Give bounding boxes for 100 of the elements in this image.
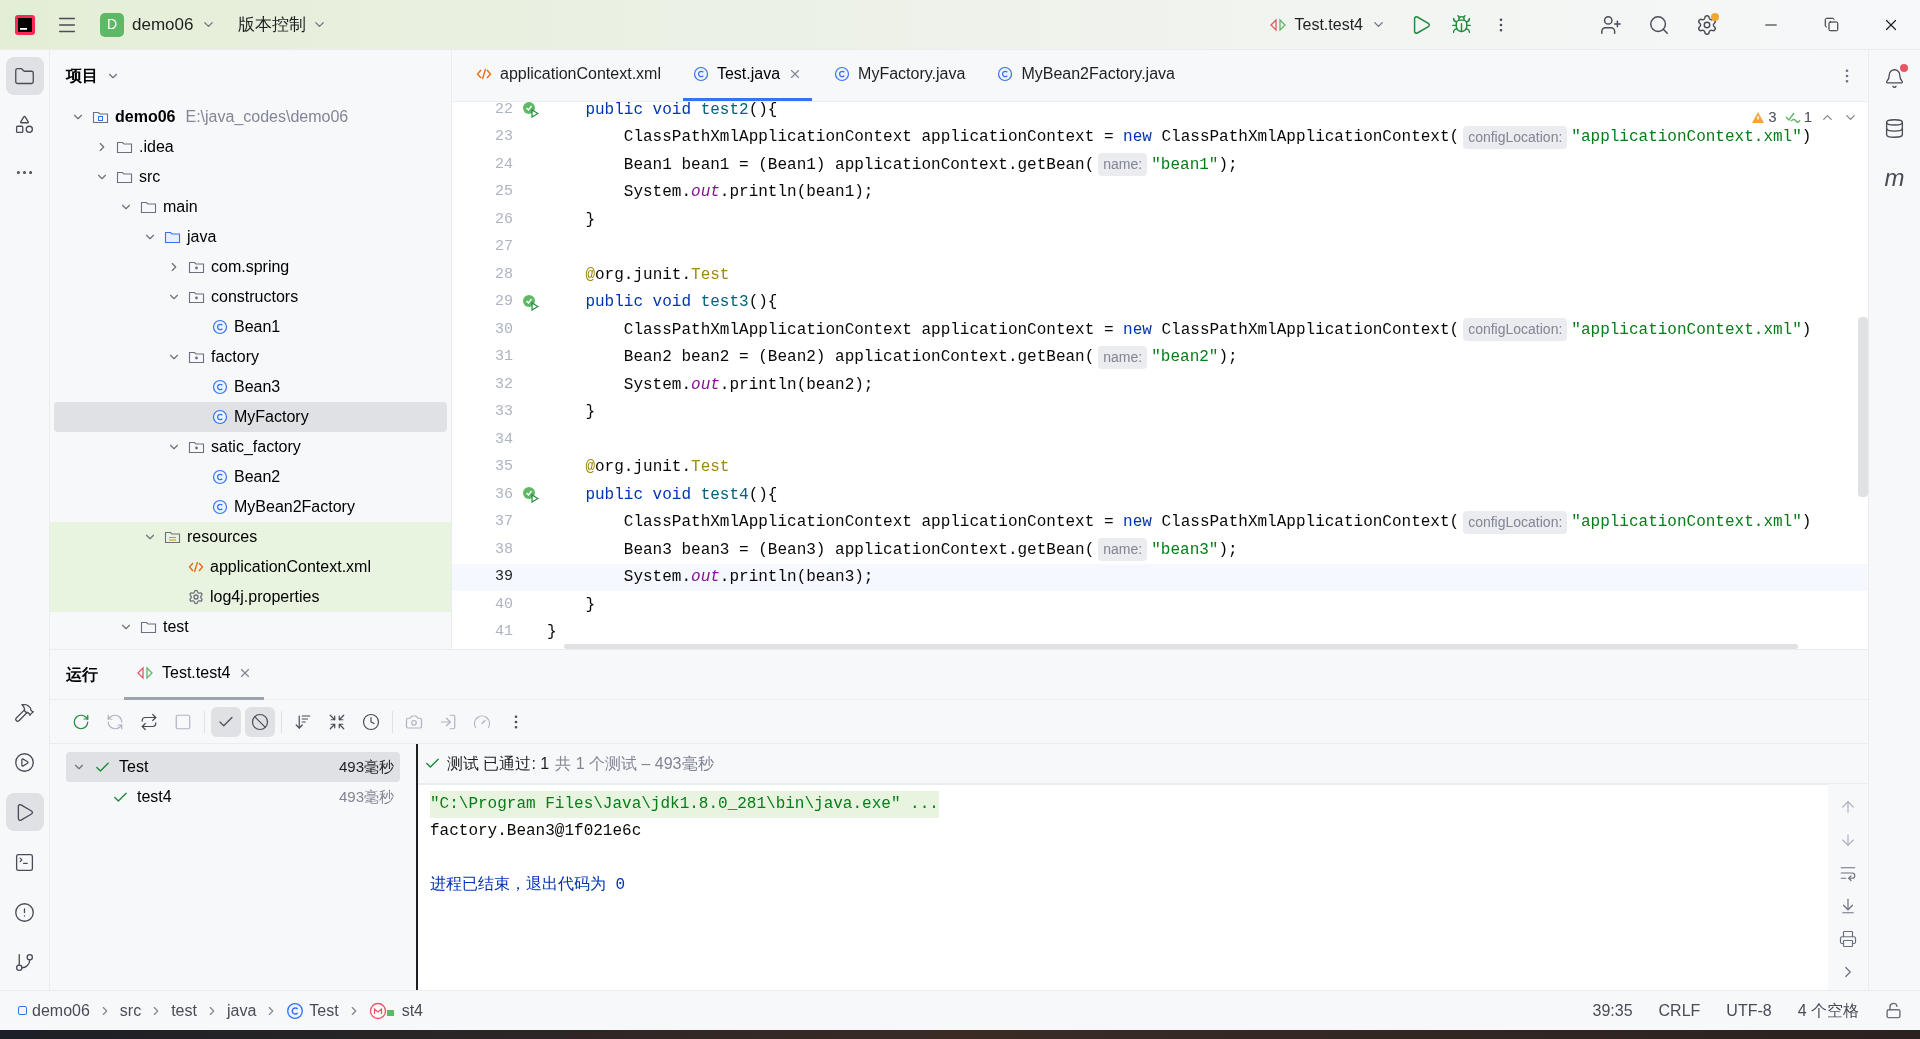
parameter-hint: name: <box>1098 153 1148 177</box>
parameter-hint: name: <box>1098 538 1148 562</box>
line-number: 33 <box>495 402 513 422</box>
code-text: ClassPathXmlApplicationContext applicationContext = <box>622 127 1115 149</box>
package-icon <box>188 259 205 275</box>
vertical-scrollbar[interactable] <box>1858 317 1868 497</box>
package-icon <box>188 349 205 365</box>
horizontal-scrollbar[interactable] <box>564 644 1798 649</box>
panel-title: 运行 <box>66 664 98 685</box>
warning-count: 3 <box>1751 106 1777 129</box>
field-name: out <box>691 567 720 589</box>
run-test-icon[interactable] <box>521 293 539 311</box>
breadcrumb[interactable]: test <box>171 998 197 1023</box>
test-duration: 493毫秒 <box>338 756 394 777</box>
tree-item[interactable]: demo06 E:\java_codes\demo06 <box>54 102 447 132</box>
line-separator[interactable]: CRLF <box>1658 998 1701 1023</box>
parameter-hint: name: <box>1098 345 1148 369</box>
code-text: ClassPathXmlApplicationContext applicationContext = <box>622 512 1115 534</box>
editor-tab[interactable]: MyBean2Factory.java <box>987 49 1185 101</box>
cursor-position[interactable]: 39:35 <box>1592 998 1633 1023</box>
tree-item[interactable]: satic_factory <box>54 432 447 462</box>
tree-item[interactable]: src <box>54 162 447 192</box>
tree-item[interactable]: test <box>54 612 447 642</box>
code-text: Bean1 bean1 = (Bean1) applicationContext.getBean( <box>622 154 1095 176</box>
code-text: Bean3 bean3 = (Bean3) applicationContext.getBean( <box>622 539 1095 561</box>
parameter-hint: configLocation: <box>1463 318 1568 342</box>
line-number: 31 <box>495 347 513 367</box>
test-config-icon <box>136 665 154 681</box>
line-number: 34 <box>495 429 513 450</box>
run-tab[interactable]: Test.test4 <box>124 649 265 700</box>
code-keyword: public void <box>584 292 693 314</box>
code-text: } <box>584 209 595 231</box>
code-keyword: new <box>1123 319 1153 341</box>
app-logo-icon <box>14 13 36 36</box>
tree-item[interactable]: Bean1 <box>54 312 447 342</box>
test-tree-item[interactable]: Test 493毫秒 <box>66 752 400 782</box>
ban-icon[interactable] <box>245 706 275 737</box>
folder-icon <box>164 529 181 545</box>
test-tree-item[interactable]: test4 493毫秒 <box>66 782 400 812</box>
lock-icon[interactable] <box>1885 1002 1902 1019</box>
line-number: 39 <box>495 567 513 587</box>
breadcrumb[interactable]: demo06 <box>18 998 90 1023</box>
vcs-menu[interactable]: 版本控制 <box>232 7 334 42</box>
code-text: (){ <box>748 102 778 121</box>
breadcrumb[interactable]: java <box>226 998 257 1023</box>
run-configuration-selector[interactable]: Test.test4 <box>1260 7 1394 42</box>
field-name: out <box>691 182 720 204</box>
tree-item[interactable]: java <box>54 222 447 252</box>
breadcrumb[interactable]: src <box>119 998 142 1023</box>
code-text: ) <box>1801 512 1812 534</box>
line-number: 35 <box>495 457 513 477</box>
breadcrumb[interactable]: Test <box>286 998 339 1023</box>
parameter-hint: configLocation: <box>1463 125 1568 149</box>
run-test-icon[interactable] <box>521 486 539 504</box>
line-number: 23 <box>495 127 513 147</box>
string-literal: "applicationContext.xml" <box>1571 512 1802 534</box>
console-line: factory.Bean3@1f021e6c <box>430 821 642 842</box>
maven-button[interactable]: m <box>1876 160 1913 196</box>
folder-icon[interactable] <box>5 57 44 95</box>
database-glyph <box>1884 117 1905 139</box>
annotation: Test <box>691 264 730 286</box>
editor-tab[interactable]: MyFactory.java <box>824 49 976 101</box>
tree-item[interactable]: constructors <box>54 282 447 312</box>
module-path: E:\java_codes\demo06 <box>185 107 349 127</box>
tree-item[interactable]: main <box>54 192 447 222</box>
project-view-selector[interactable]: 项目 <box>66 64 120 88</box>
class-icon <box>212 469 228 485</box>
class-icon <box>212 409 228 425</box>
project-selector[interactable]: D demo06 <box>94 7 223 42</box>
tree-item[interactable]: factory <box>54 342 447 372</box>
editor-tab[interactable]: applicationContext.xml <box>466 49 671 101</box>
tree-item[interactable]: com.spring <box>54 252 447 282</box>
line-number: 27 <box>495 237 513 257</box>
line-number: 40 <box>495 594 513 615</box>
file-encoding[interactable]: UTF-8 <box>1726 998 1772 1023</box>
indent-setting[interactable]: 4 个空格 <box>1797 998 1859 1023</box>
package-icon <box>188 289 205 305</box>
check-icon[interactable] <box>211 706 241 737</box>
tree-item[interactable]: Bean3 <box>54 372 447 402</box>
run-test-icon[interactable] <box>521 102 539 119</box>
tree-item[interactable]: Bean2 <box>54 462 447 492</box>
tree-item[interactable]: MyBean2Factory <box>54 492 447 522</box>
tree-item[interactable]: MyFactory <box>54 402 447 432</box>
run-icon[interactable] <box>5 793 44 831</box>
annotation: @ <box>584 264 595 286</box>
folder-icon <box>116 139 133 155</box>
line-number: 32 <box>495 374 513 395</box>
field-name: out <box>691 374 720 396</box>
code-text: org.junit. <box>595 264 692 286</box>
method-icon <box>368 1001 397 1020</box>
code-text: Bean2 bean2 = (Bean2) applicationContext.getBean( <box>622 347 1095 369</box>
breadcrumb[interactable]: st4 <box>368 998 423 1023</box>
class-icon <box>212 499 228 515</box>
code-text: } <box>547 622 557 644</box>
class-icon <box>834 65 851 82</box>
code-text: ); <box>1218 347 1238 369</box>
code-text: (){ <box>748 484 778 506</box>
tree-item[interactable]: .idea <box>54 132 447 162</box>
line-number: 38 <box>495 539 513 560</box>
code-text: .println(bean1); <box>719 182 874 204</box>
